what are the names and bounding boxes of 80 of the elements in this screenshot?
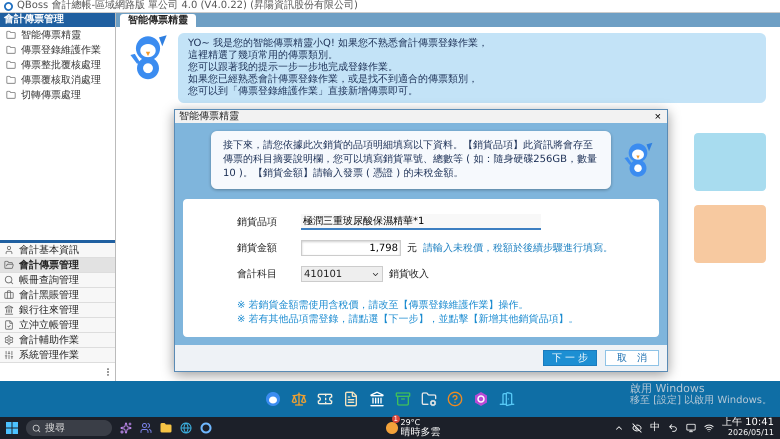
person-icon (4, 245, 14, 255)
dialog-title: 智能傳票精靈 (179, 110, 239, 122)
start-icon[interactable] (6, 422, 18, 434)
module-item[interactable]: 會計基本資訊 (0, 243, 115, 258)
module-item[interactable]: 帳冊查詢管理 (0, 273, 115, 288)
weather-text: 晴時多雲 (400, 428, 440, 438)
folder-icon[interactable] (160, 422, 172, 434)
ime-indicator: 中 (650, 423, 660, 433)
module-item[interactable]: 系統管理作業 (0, 348, 115, 363)
globe-icon[interactable] (180, 422, 192, 434)
unit-label: 元 (407, 242, 417, 255)
close-button[interactable]: × (652, 110, 663, 122)
banner-text: 您可以跟著我的提示一步一步地完成登錄作業。 (188, 62, 399, 74)
undo-icon[interactable] (668, 423, 678, 433)
hexagon-icon[interactable] (472, 390, 490, 408)
input-field[interactable]: 極潤三重玻尿酸保濕精華*1 (301, 214, 541, 230)
account-name: 銷貨收入 (389, 268, 429, 281)
window-title: QBoss 會計總帳-區域網路版 單公司 4.0 (V4.0.22) (昇陽資訊股份有限公司) (17, 0, 358, 12)
search-icon (32, 424, 41, 432)
folder-icon (6, 30, 16, 40)
eye-off-icon[interactable] (632, 423, 642, 433)
input-field[interactable]: 1,798 (301, 240, 401, 256)
app-icon[interactable] (200, 422, 212, 434)
activation-hint: 移至 [設定] 以啟用 Windows。 (630, 395, 772, 407)
bank-icon[interactable] (368, 390, 386, 408)
module-item[interactable]: 會計傳票管理 (0, 258, 115, 273)
module-item[interactable]: 銀行往來管理 (0, 303, 115, 318)
door-icon[interactable] (498, 390, 516, 408)
banner-text: 這裡精選了幾項常用的傳票類別。 (188, 50, 339, 62)
dropdown[interactable]: 410101 (301, 266, 383, 282)
field-label: 銷貨金額 (237, 242, 278, 255)
settings-icon (4, 335, 14, 345)
module-item[interactable]: 會計輔助作業 (0, 333, 115, 348)
scale-icon[interactable] (290, 390, 308, 408)
cancel-button[interactable]: 取 消 (605, 350, 659, 366)
folder-icon (6, 74, 16, 84)
sidebar-item[interactable]: 切轉傳票處理 (0, 87, 115, 102)
hint-text: 請輸入未稅價，稅額於後續步驟進行填寫。 (423, 242, 613, 255)
banner-text: YO~ 我是您的智能傳票精靈小Q! 如果您不熟悉會計傳票登錄作業， (188, 38, 490, 50)
speech-bubble: 接下來，請您依據此次銷貨的品項明細填寫以下資料。【銷貨品項】此資訊將會存至傳票的科目摘要說明欄，您可以填寫銷貨單號、總數等 ( 如：隨身硬碟256GB，數量10 )。【銷貨金額】請輸入發票 ( 憑證 ) 的未稅金額。 (211, 131, 611, 189)
clock-date: 2026/05/11 (728, 428, 774, 438)
next-button[interactable]: 下 一 步 (543, 350, 597, 366)
field-label: 會計科目 (237, 268, 278, 281)
people-icon[interactable] (140, 422, 152, 434)
sidebar-item[interactable]: 智能傳票精靈 (0, 27, 115, 42)
module-item[interactable]: 會計黑賬管理 (0, 288, 115, 303)
monitor-icon[interactable] (686, 423, 696, 433)
sun-icon (386, 422, 398, 434)
folder-icon (4, 260, 14, 270)
wifi-icon[interactable] (704, 423, 714, 433)
temperature: 29°C (400, 418, 420, 427)
sidebar-item[interactable]: 傳票整批覆核處理 (0, 57, 115, 72)
folder-icon (6, 90, 16, 100)
clock-time: 上午 10:41 (722, 418, 774, 428)
sliders-icon (4, 350, 14, 360)
search-icon (4, 275, 14, 285)
folder-gear-icon[interactable] (420, 390, 438, 408)
note-text: ※ 若銷貨金額需使用含稅價，請改至【傳票登錄維護作業】操作。 (237, 299, 530, 313)
app-icon (4, 2, 13, 10)
document-check-icon (4, 320, 14, 330)
note-text: ※ 若有其他品項需登錄，請點選【下一步】，並點擊【新增其他銷貨品項】。 (237, 313, 580, 327)
document-icon[interactable] (342, 390, 360, 408)
tab[interactable]: 智能傳票精靈 (120, 14, 196, 27)
banner-text: 如果您已經熟悉會計傳票登錄作業，或是找不到適合的傳票類別， (188, 74, 479, 86)
banner-text: 您可以到「傳票登錄維護作業」直接新增傳票即可。 (188, 86, 419, 98)
card (694, 133, 766, 191)
folder-icon (6, 60, 16, 70)
mascot-icon[interactable] (264, 390, 282, 408)
sidebar-item[interactable]: 傳票登錄維護作業 (0, 42, 115, 57)
sidebar-item[interactable]: 傳票覆核取消處理 (0, 72, 115, 87)
card (694, 205, 766, 263)
module-item[interactable]: 立沖立帳管理 (0, 318, 115, 333)
field-label: 銷貨品項 (237, 216, 278, 229)
activation-title: 啟用 Windows (630, 382, 706, 395)
sparkle-icon[interactable] (120, 422, 132, 434)
sidebar-header: 會計傳票管理 (0, 13, 115, 27)
folder-icon (6, 44, 16, 54)
bank-icon (4, 305, 14, 315)
briefcase-icon (4, 290, 14, 300)
search-field[interactable]: 搜尋 (26, 420, 112, 436)
